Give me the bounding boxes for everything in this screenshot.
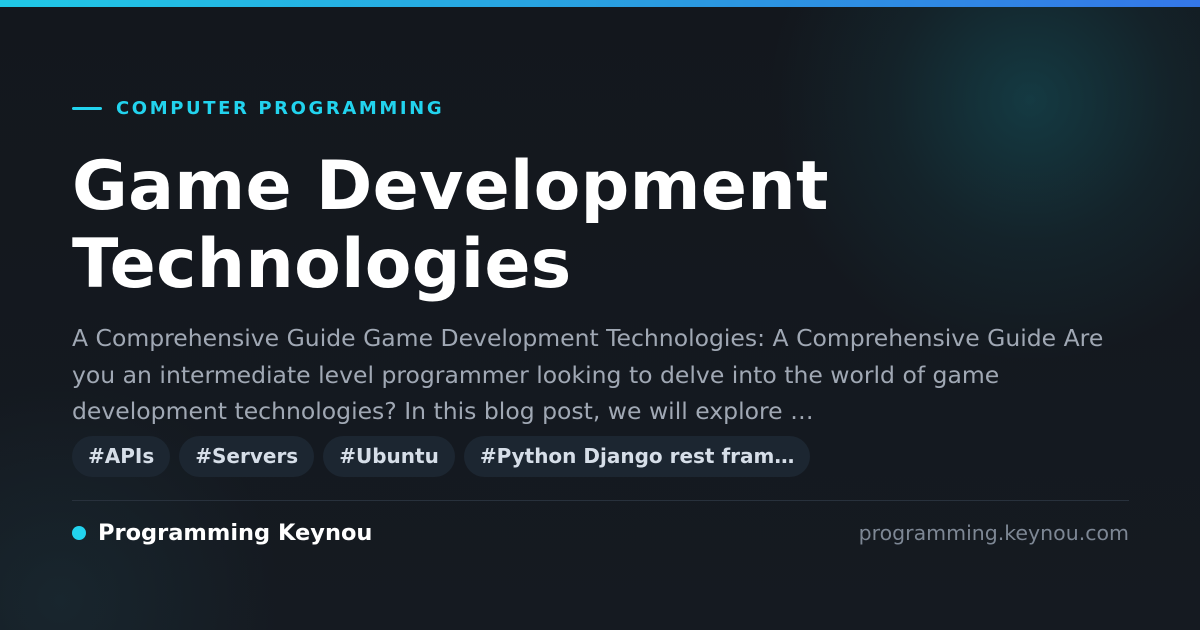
article-description: A Comprehensive Guide Game Development T… xyxy=(72,324,1104,425)
tag-ubuntu[interactable]: #Ubuntu xyxy=(323,436,455,477)
category-text: COMPUTER PROGRAMMING xyxy=(116,97,445,119)
brand: Programming Keynou xyxy=(72,518,372,548)
page-title: Game Development Technologies xyxy=(72,147,829,304)
tag-apis[interactable]: #APIs xyxy=(72,436,171,477)
footer-divider xyxy=(72,500,1129,501)
tag-python-django[interactable]: #Python Django rest fram… xyxy=(463,436,811,477)
category-label: COMPUTER PROGRAMMING xyxy=(72,96,444,120)
brand-name: Programming Keynou xyxy=(98,520,373,546)
preview-card: COMPUTER PROGRAMMING Game Development Te… xyxy=(0,0,1200,630)
accent-top-bar xyxy=(0,0,1200,7)
site-url[interactable]: programming.keynou.com xyxy=(859,518,1129,548)
tag-list: #APIs #Servers #Ubuntu #Python Django re… xyxy=(72,436,811,477)
accent-dash xyxy=(72,106,102,110)
tag-servers[interactable]: #Servers xyxy=(179,436,315,477)
brand-dot-icon xyxy=(72,526,86,540)
